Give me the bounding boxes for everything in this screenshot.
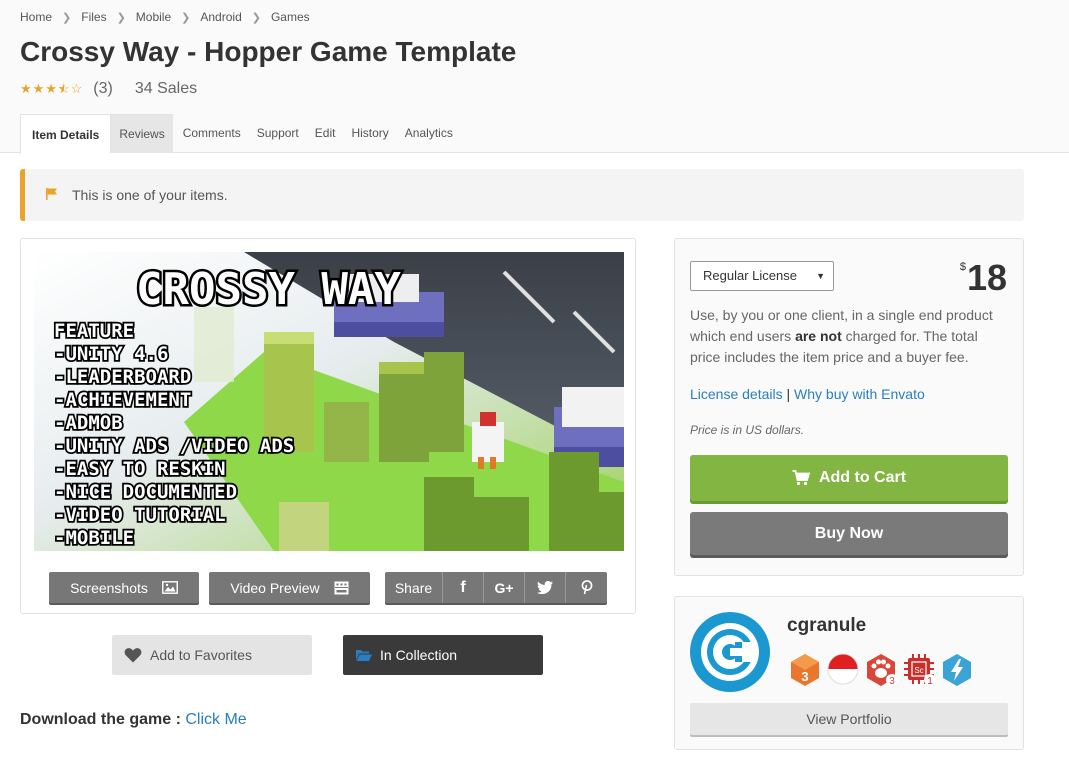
breadcrumb-files[interactable]: Files (81, 10, 106, 24)
feature-title: FEATURE (54, 320, 134, 342)
tab-history[interactable]: History (343, 114, 396, 153)
feature-line: -EASY TO RESKIN (54, 458, 226, 480)
breadcrumb: Home ❯ Files ❯ Mobile ❯ Android ❯ Games (20, 10, 310, 24)
feature-line: -VIDEO TUTORIAL (54, 504, 226, 526)
item-tabs: Item Details Reviews Comments Support Ed… (20, 114, 461, 154)
chevron-right-icon: ❯ (116, 11, 126, 24)
portfolio-label: View Portfolio (806, 711, 892, 727)
collection-label: In Collection (380, 647, 458, 663)
license-select-value: Regular License (703, 268, 797, 283)
video-preview-button[interactable]: Video Preview (209, 572, 370, 603)
share-label: Share (385, 572, 443, 603)
tab-reviews[interactable]: Reviews (111, 114, 173, 153)
currency-symbol: $ (959, 261, 966, 273)
license-description: Use, by you or one client, in a single e… (690, 307, 993, 365)
svg-text:Sc: Sc (914, 666, 923, 675)
page-title: Crossy Way - Hopper Game Template (20, 36, 517, 67)
video-preview-label: Video Preview (230, 579, 320, 596)
owner-notice: This is one of your items. (20, 169, 1024, 221)
screenshots-button[interactable]: Screenshots (49, 572, 199, 603)
flag-icon (46, 188, 57, 200)
author-level-badge-icon: 3 (789, 653, 821, 686)
folder-open-icon (356, 650, 372, 661)
license-select[interactable]: Regular License ▼ (690, 261, 834, 291)
star-rating-icon[interactable]: ★★★★☆☆ (20, 81, 83, 97)
image-icon (162, 581, 178, 594)
tab-edit[interactable]: Edit (307, 114, 344, 153)
breadcrumb-android[interactable]: Android (200, 10, 241, 24)
download-line: Download the game : Click Me (20, 711, 247, 729)
indonesia-flag-badge-icon (827, 653, 859, 685)
in-collection-button[interactable]: In Collection (343, 635, 543, 675)
chevron-right-icon: ❯ (181, 11, 191, 24)
feature-line: -NICE DOCUMENTED (54, 481, 237, 503)
author-avatar[interactable] (690, 612, 770, 692)
heart-icon (124, 648, 142, 663)
rating-row: ★★★★☆☆ (3) 34 Sales (20, 80, 197, 98)
add-to-cart-label: Add to Cart (818, 469, 907, 486)
tab-item-details[interactable]: Item Details (20, 114, 112, 154)
purchase-panel: Regular License ▼ $18 Use, by you or one… (674, 238, 1024, 576)
download-label: Download the game : (20, 711, 181, 728)
buy-now-button[interactable]: Buy Now (690, 512, 1008, 555)
feature-line: -ADMOB (54, 412, 123, 434)
pinterest-icon[interactable] (566, 572, 607, 603)
price: $18 (960, 257, 1007, 299)
google-plus-icon[interactable]: G+ (484, 572, 525, 603)
buy-now-label: Buy Now (814, 524, 884, 542)
license-details-link[interactable]: License details (690, 386, 783, 402)
facebook-icon[interactable]: f (443, 572, 484, 603)
tab-support[interactable]: Support (249, 114, 307, 153)
game-logo-text: CROSSY WAY (136, 264, 401, 315)
game-preview-art: CROSSY WAY FEATURE -UNITY 4.6 -LEADERBOA… (34, 252, 624, 551)
item-header: Home ❯ Files ❯ Mobile ❯ Android ❯ Games … (0, 0, 1069, 154)
sales-count: 34 Sales (134, 80, 198, 97)
paw-badge-icon: 3 (865, 653, 898, 687)
click-me-link[interactable]: Click Me (185, 711, 246, 728)
tab-analytics[interactable]: Analytics (397, 114, 461, 153)
breadcrumb-home[interactable]: Home (20, 10, 52, 24)
link-separator: | (786, 386, 791, 402)
add-to-cart-button[interactable]: Add to Cart (690, 455, 1008, 501)
cart-icon (792, 470, 810, 486)
view-portfolio-button[interactable]: View Portfolio (690, 703, 1008, 735)
preview-image[interactable]: CROSSY WAY FEATURE -UNITY 4.6 -LEADERBOA… (34, 252, 624, 551)
feature-line: -UNITY 4.6 (54, 343, 168, 365)
share-group: Share f G+ (385, 572, 607, 603)
screenshots-label: Screenshots (70, 579, 148, 596)
svg-text:3: 3 (889, 676, 895, 687)
license-links: License details | Why buy with Envato (690, 386, 925, 402)
svg-text:3: 3 (801, 669, 808, 684)
price-value: 18 (966, 257, 1007, 298)
author-badges: 3 3 Sc 1 (789, 653, 973, 687)
chevron-right-icon: ❯ (62, 11, 72, 24)
chevron-right-icon: ❯ (251, 11, 261, 24)
lightning-badge-icon (941, 653, 973, 686)
author-name[interactable]: cgranule (787, 615, 866, 637)
svg-text:1: 1 (927, 676, 933, 687)
favorites-label: Add to Favorites (150, 647, 252, 663)
item-preview: CROSSY WAY FEATURE -UNITY 4.6 -LEADERBOA… (20, 238, 636, 614)
feature-line: -UNITY ADS /VIDEO ADS (54, 435, 294, 457)
caret-down-icon: ▼ (816, 271, 825, 281)
breadcrumb-mobile[interactable]: Mobile (136, 10, 171, 24)
why-buy-link[interactable]: Why buy with Envato (794, 386, 925, 402)
price-note: Price is in US dollars. (690, 423, 805, 437)
feature-line: -ACHIEVEMENT (54, 389, 191, 411)
add-to-favorites-button[interactable]: Add to Favorites (112, 635, 312, 675)
twitter-icon[interactable] (525, 572, 566, 603)
author-panel: cgranule 3 3 Sc 1 View Portfolio (674, 596, 1024, 750)
notice-text: This is one of your items. (72, 187, 228, 203)
chip-badge-icon: Sc 1 (903, 653, 936, 687)
rating-count[interactable]: (3) (93, 80, 113, 98)
feature-line: -LEADERBOARD (54, 366, 191, 388)
tab-comments[interactable]: Comments (175, 114, 249, 153)
film-icon (334, 581, 349, 594)
feature-line: -MOBILE (54, 527, 134, 549)
breadcrumb-games[interactable]: Games (271, 10, 310, 24)
